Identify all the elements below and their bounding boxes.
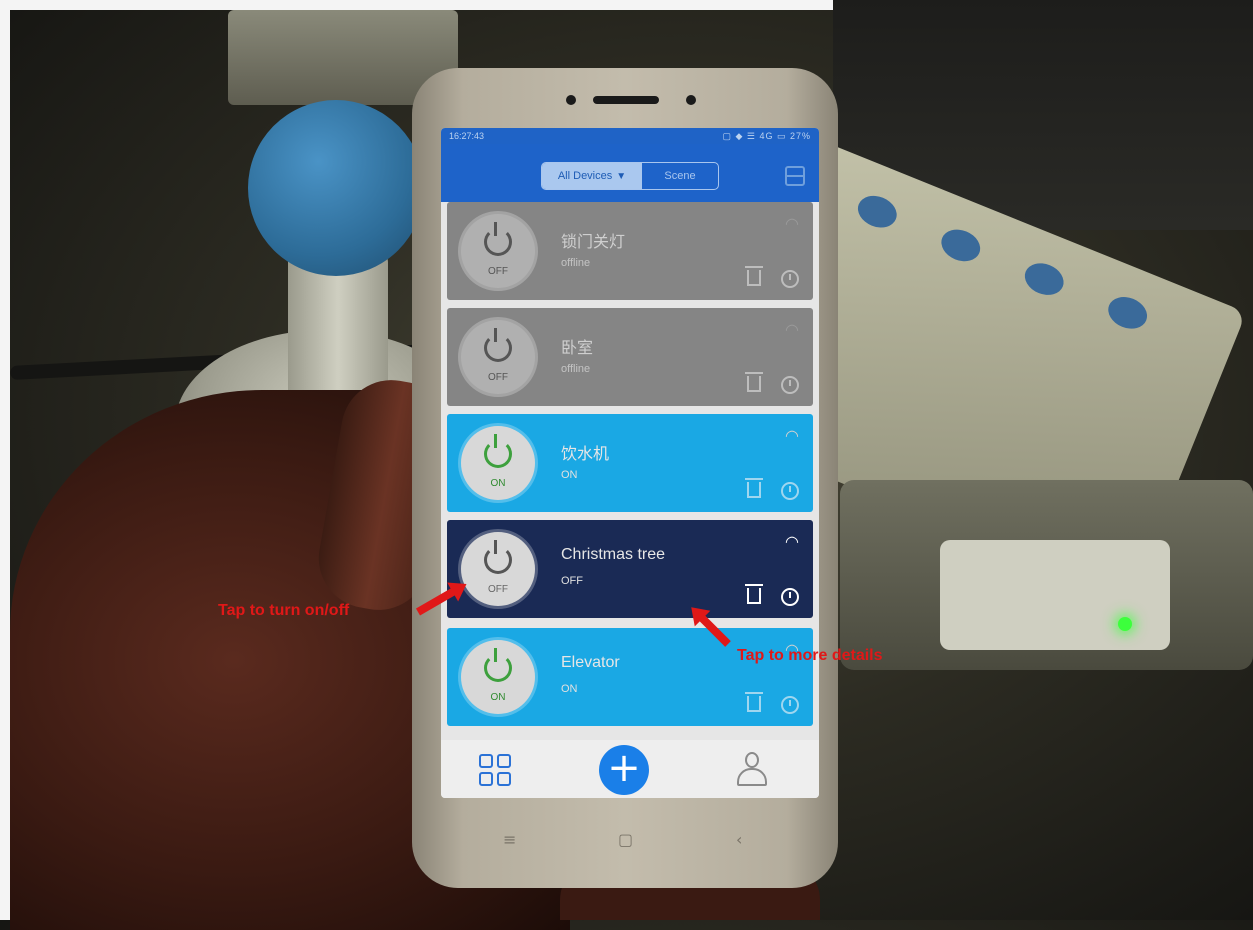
device-name: 卧室 — [561, 340, 594, 357]
timer-icon[interactable] — [781, 696, 799, 714]
device-name: 锁门关灯 — [561, 234, 626, 251]
back-softkey[interactable]: ‹ — [736, 830, 742, 849]
device-state: OFF — [561, 575, 583, 587]
devices-grid-icon[interactable] — [479, 754, 511, 786]
power-icon — [484, 222, 512, 256]
device-state: ON — [561, 469, 578, 481]
profile-icon[interactable] — [737, 752, 767, 786]
trash-icon[interactable] — [745, 478, 763, 498]
trash-icon[interactable] — [745, 372, 763, 392]
strip-button — [1103, 291, 1152, 335]
trash-icon[interactable] — [745, 692, 763, 712]
power-button[interactable]: OFF — [461, 214, 535, 288]
wifi-icon: ◠ — [785, 322, 799, 339]
power-icon — [484, 434, 512, 468]
device-card[interactable]: OFF 卧室 offline ◠ — [447, 308, 813, 406]
tab-scene[interactable]: Scene — [642, 163, 718, 189]
annotation-tap-details: Tap to more details — [737, 647, 883, 664]
timer-icon[interactable] — [781, 270, 799, 288]
power-label: ON — [490, 692, 506, 703]
device-scene-switch: All Devices ▼ Scene — [541, 162, 719, 190]
status-bar: 16:27:43 ▢ ◆ ☰ 4G ▭ 27% — [441, 128, 819, 144]
power-label: ON — [490, 478, 506, 489]
front-camera — [566, 95, 576, 105]
power-icon — [484, 328, 512, 362]
power-button[interactable]: ON — [461, 640, 535, 714]
trash-icon[interactable] — [745, 584, 763, 604]
annotation-tap-power: Tap to turn on/off — [218, 602, 350, 619]
power-icon — [484, 648, 512, 682]
power-label: OFF — [488, 266, 508, 277]
power-button[interactable]: OFF — [461, 320, 535, 394]
power-button[interactable]: ON — [461, 426, 535, 500]
tab-all-devices-label: All Devices — [557, 170, 613, 182]
device-card[interactable]: ON Elevator ON ◠ — [447, 628, 813, 726]
trash-icon[interactable] — [745, 266, 763, 286]
home-softkey[interactable]: ▢ — [618, 830, 633, 849]
tab-all-devices[interactable]: All Devices ▼ — [542, 163, 642, 189]
status-icons: ▢ ◆ ☰ 4G ▭ 27% — [722, 131, 811, 141]
power-label: OFF — [488, 372, 508, 383]
device-name: Christmas tree — [561, 546, 666, 563]
wifi-icon: ◠ — [785, 534, 799, 551]
bottom-nav: + — [441, 740, 819, 798]
wifi-icon: ◠ — [785, 428, 799, 445]
timer-icon[interactable] — [781, 376, 799, 394]
menu-softkey[interactable]: ≡ — [503, 830, 516, 849]
timer-icon[interactable] — [781, 482, 799, 500]
device-card[interactable]: OFF Christmas tree OFF ◠ — [447, 520, 813, 618]
sonoff-device — [940, 540, 1170, 650]
wifi-icon: ◠ — [785, 216, 799, 233]
chevron-down-icon: ▼ — [616, 171, 627, 182]
timer-icon[interactable] — [781, 588, 799, 606]
power-button[interactable]: OFF — [461, 532, 535, 606]
strip-button — [936, 224, 985, 267]
power-icon — [484, 540, 512, 574]
sonoff-led — [1118, 617, 1132, 631]
device-state: ON — [561, 683, 578, 695]
device-card[interactable]: ON 饮水机 ON ◠ — [447, 414, 813, 512]
device-state: offline — [561, 363, 591, 375]
status-time: 16:27:43 — [449, 131, 485, 141]
strip-button — [1020, 257, 1069, 301]
device-card[interactable]: OFF 锁门关灯 offline ◠ — [447, 202, 813, 300]
scan-icon[interactable] — [785, 166, 805, 186]
proximity-sensor — [686, 95, 696, 105]
strip-button — [853, 190, 902, 234]
add-device-button[interactable]: + — [599, 745, 649, 795]
image-border-left — [0, 0, 10, 920]
device-name: 饮水机 — [561, 446, 610, 463]
device-name: Elevator — [561, 654, 620, 671]
app-header: All Devices ▼ Scene — [441, 144, 819, 202]
phone-screen: 16:27:43 ▢ ◆ ☰ 4G ▭ 27% All Devices ▼ Sce… — [441, 128, 819, 798]
blue-bulb — [248, 100, 424, 276]
device-state: offline — [561, 257, 591, 269]
earpiece — [593, 96, 659, 104]
